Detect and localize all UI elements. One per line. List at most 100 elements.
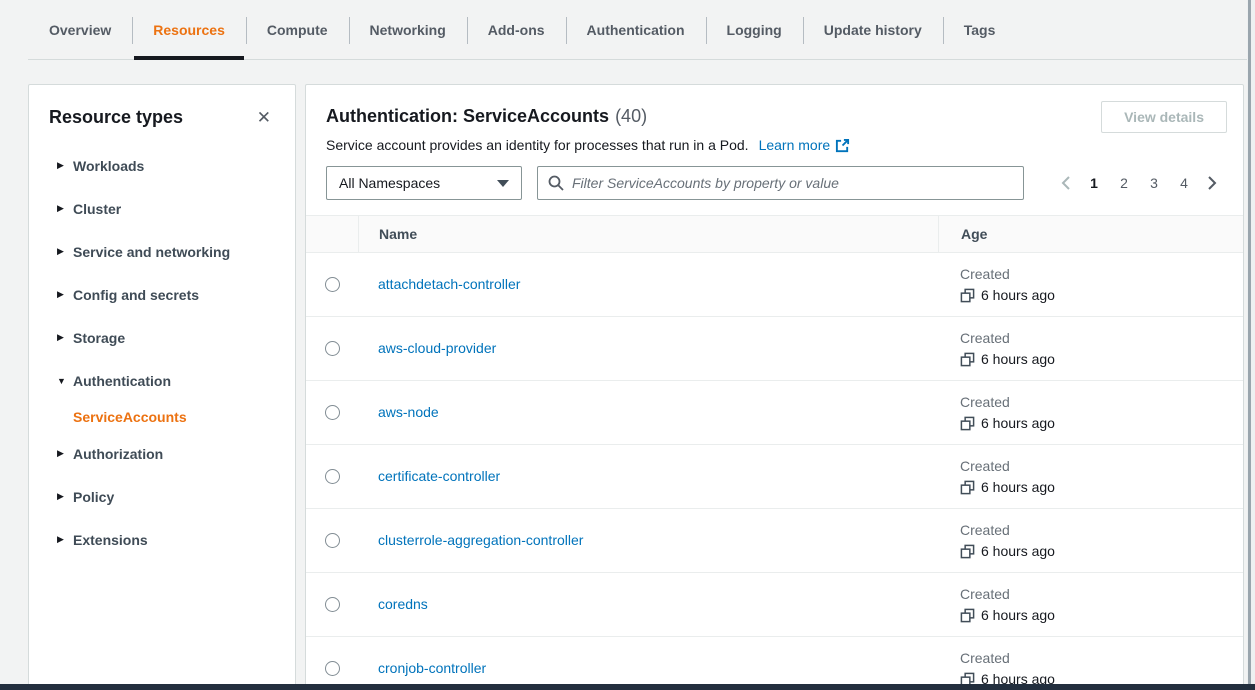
row-radio[interactable]	[325, 341, 340, 356]
column-header-age: Age	[938, 216, 1243, 252]
learn-more-label: Learn more	[759, 137, 831, 153]
chevron-down-icon	[497, 180, 509, 187]
age-value: 6 hours ago	[981, 415, 1055, 431]
created-label: Created	[960, 266, 1243, 282]
created-label: Created	[960, 650, 1243, 666]
table-header: Name Age	[306, 216, 1243, 253]
resource-count: (40)	[615, 106, 647, 126]
resource-types-panel: Resource types ✕ ▶ Workloads ▶ Cluster ▶…	[28, 84, 296, 690]
created-label: Created	[960, 522, 1243, 538]
scrollbar[interactable]	[1247, 0, 1255, 690]
caret-right-icon: ▶	[57, 289, 67, 300]
tab-authentication[interactable]: Authentication	[566, 0, 706, 59]
serviceaccount-link[interactable]: certificate-controller	[378, 468, 500, 484]
sidebar-item-label: Cluster	[73, 201, 121, 217]
filter-search	[537, 166, 1024, 200]
serviceaccount-link[interactable]: aws-node	[378, 404, 439, 420]
search-icon	[548, 175, 564, 191]
age-value: 6 hours ago	[981, 479, 1055, 495]
age-value: 6 hours ago	[981, 543, 1055, 559]
tab-compute[interactable]: Compute	[246, 0, 349, 59]
tab-logging[interactable]: Logging	[706, 0, 803, 59]
previous-page-button[interactable]	[1055, 171, 1077, 195]
table-row: certificate-controller Created 6 hours a…	[306, 445, 1243, 509]
chevron-left-icon	[1061, 175, 1071, 191]
page-title: Authentication: ServiceAccounts(40)	[326, 103, 647, 129]
row-radio[interactable]	[325, 405, 340, 420]
tab-resources[interactable]: Resources	[132, 0, 246, 59]
row-radio[interactable]	[325, 597, 340, 612]
sidebar-item-label: Config and secrets	[73, 287, 199, 303]
learn-more-link[interactable]: Learn more	[759, 137, 851, 153]
copy-icon[interactable]	[960, 352, 975, 367]
table-row: cronjob-controller Created 6 hours ago	[306, 637, 1243, 690]
copy-icon[interactable]	[960, 480, 975, 495]
page-number-2[interactable]: 2	[1111, 171, 1137, 195]
age-value: 6 hours ago	[981, 351, 1055, 367]
row-radio[interactable]	[325, 533, 340, 548]
sidebar-item-config-and-secrets[interactable]: ▶ Config and secrets	[49, 273, 275, 316]
page-number-3[interactable]: 3	[1141, 171, 1167, 195]
copy-icon[interactable]	[960, 416, 975, 431]
created-label: Created	[960, 586, 1243, 602]
sidebar-item-label: Authentication	[73, 373, 171, 389]
serviceaccount-link[interactable]: aws-cloud-provider	[378, 340, 496, 356]
sidebar-item-workloads[interactable]: ▶ Workloads	[49, 144, 275, 187]
row-radio[interactable]	[325, 469, 340, 484]
table-row: aws-node Created 6 hours ago	[306, 381, 1243, 445]
tab-overview[interactable]: Overview	[28, 0, 132, 59]
chevron-right-icon	[1207, 175, 1217, 191]
serviceaccount-link[interactable]: attachdetach-controller	[378, 276, 520, 292]
table-row: attachdetach-controller Created 6 hours …	[306, 253, 1243, 317]
caret-right-icon: ▶	[57, 203, 67, 214]
sidebar-item-label: Workloads	[73, 158, 144, 174]
resource-types-tree: ▶ Workloads ▶ Cluster ▶ Service and netw…	[49, 144, 275, 561]
scrollbar-thumb[interactable]	[1248, 0, 1251, 690]
copy-icon[interactable]	[960, 288, 975, 303]
serviceaccount-link[interactable]: cronjob-controller	[378, 660, 486, 676]
next-page-button[interactable]	[1201, 171, 1223, 195]
tab-networking[interactable]: Networking	[349, 0, 467, 59]
serviceaccount-link[interactable]: coredns	[378, 596, 428, 612]
row-radio[interactable]	[325, 661, 340, 676]
table-row: coredns Created 6 hours ago	[306, 573, 1243, 637]
caret-right-icon: ▶	[57, 246, 67, 257]
close-icon[interactable]: ✕	[253, 107, 275, 128]
caret-down-icon: ▼	[57, 376, 67, 386]
page-number-1[interactable]: 1	[1081, 171, 1107, 195]
sidebar-item-policy[interactable]: ▶ Policy	[49, 475, 275, 518]
search-input[interactable]	[572, 175, 1013, 191]
page-number-4[interactable]: 4	[1171, 171, 1197, 195]
namespace-dropdown[interactable]: All Namespaces	[326, 166, 522, 200]
tab-tags[interactable]: Tags	[943, 0, 1017, 59]
sidebar-item-authentication[interactable]: ▼ Authentication	[49, 359, 275, 402]
serviceaccounts-table: Name Age attachdetach-controller Created…	[306, 215, 1243, 690]
sidebar-item-service-and-networking[interactable]: ▶ Service and networking	[49, 230, 275, 273]
tab-update-history[interactable]: Update history	[803, 0, 943, 59]
sidebar-item-authorization[interactable]: ▶ Authorization	[49, 432, 275, 475]
sidebar-item-label: Policy	[73, 489, 114, 505]
caret-right-icon: ▶	[57, 448, 67, 459]
sidebar-item-cluster[interactable]: ▶ Cluster	[49, 187, 275, 230]
namespace-dropdown-value: All Namespaces	[339, 175, 440, 191]
created-label: Created	[960, 330, 1243, 346]
row-radio[interactable]	[325, 277, 340, 292]
created-label: Created	[960, 458, 1243, 474]
pagination: 1 2 3 4	[1055, 171, 1223, 195]
serviceaccount-link[interactable]: clusterrole-aggregation-controller	[378, 532, 583, 548]
resource-types-title: Resource types	[49, 107, 183, 128]
tab-add-ons[interactable]: Add-ons	[467, 0, 566, 59]
sidebar-item-storage[interactable]: ▶ Storage	[49, 316, 275, 359]
caret-right-icon: ▶	[57, 491, 67, 502]
caret-right-icon: ▶	[57, 332, 67, 343]
table-row: aws-cloud-provider Created 6 hours ago	[306, 317, 1243, 381]
view-details-button[interactable]: View details	[1101, 101, 1227, 133]
copy-icon[interactable]	[960, 544, 975, 559]
sidebar-item-label: Authorization	[73, 446, 163, 462]
eks-cluster-page: Overview Resources Compute Networking Ad…	[0, 0, 1255, 690]
bottom-bar	[0, 684, 1255, 690]
column-header-name: Name	[358, 216, 938, 252]
copy-icon[interactable]	[960, 608, 975, 623]
sidebar-item-serviceaccounts[interactable]: ServiceAccounts	[49, 402, 275, 432]
sidebar-item-extensions[interactable]: ▶ Extensions	[49, 518, 275, 561]
